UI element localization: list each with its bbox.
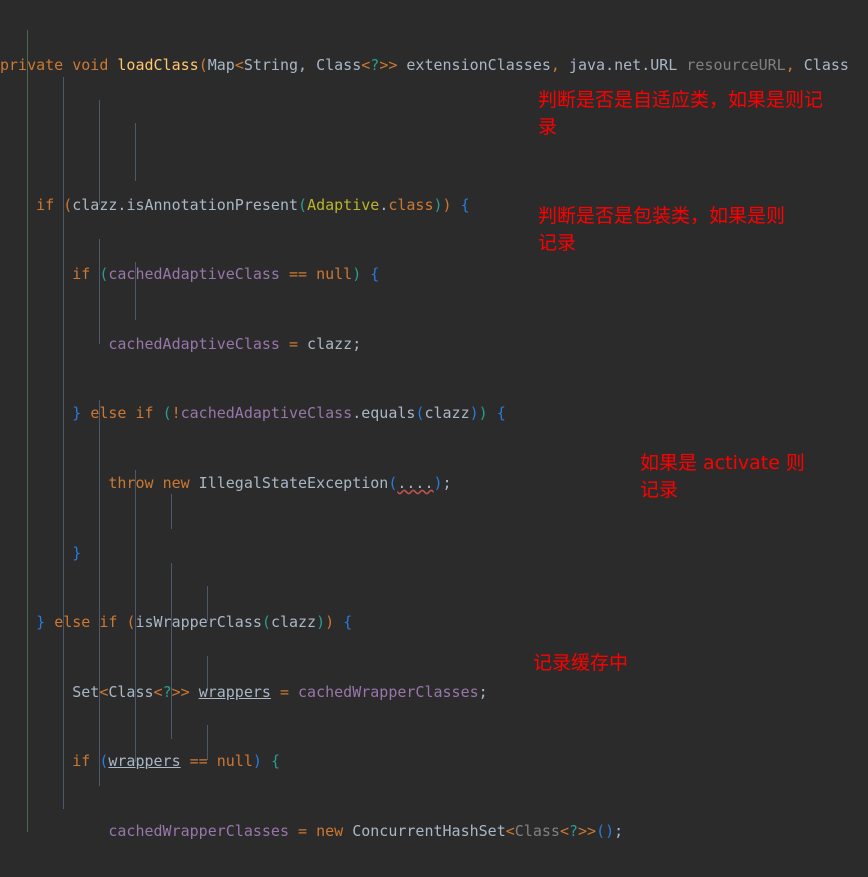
code-line-8: }	[72, 543, 82, 562]
code-line-6: } else if (!cachedAdaptiveClass.equals(c…	[72, 404, 506, 423]
code-line-12: cachedWrapperClasses = new ConcurrentHas…	[108, 821, 624, 840]
code-line-4: if (cachedAdaptiveClass == null) {	[72, 265, 380, 284]
annotation-cache-record: 记录缓存中	[533, 652, 629, 674]
code-line-5: cachedAdaptiveClass = clazz;	[108, 334, 362, 353]
code-line-10: Set<Class<?>> wrappers = cachedWrapperCl…	[0, 682, 488, 701]
annotation-activate: 如果是 activate 则 记录	[640, 452, 805, 501]
code-editor-viewport[interactable]: private void loadClass(Map<String, Class…	[0, 0, 868, 877]
annotation-wrapper-class: 判断是否是包装类，如果是则 记录	[538, 205, 786, 254]
code-line-11: if (wrappers == null) {	[72, 752, 280, 771]
annotation-adaptive-class: 判断是否是自适应类，如果是则记 录	[538, 89, 824, 138]
code-line-1: private void loadClass(Map<String, Class…	[0, 56, 849, 75]
code-line-9: } else if (isWrapperClass(clazz)) {	[36, 613, 353, 632]
